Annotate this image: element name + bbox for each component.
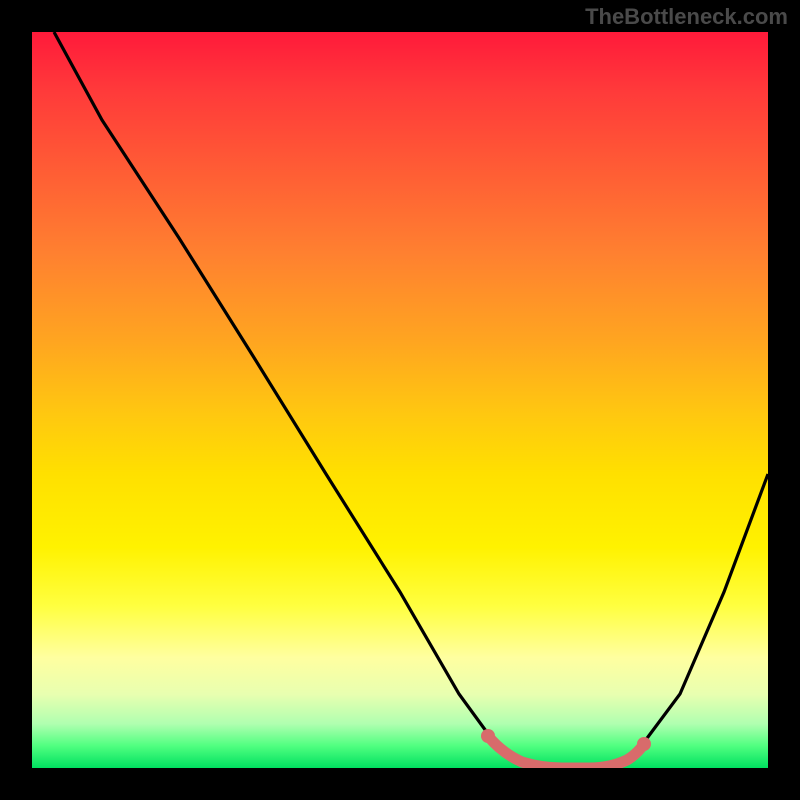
optimal-zone-end-dot <box>637 737 651 751</box>
chart-container: TheBottleneck.com <box>0 0 800 800</box>
curve-overlay <box>32 32 768 768</box>
optimal-zone-start-dot <box>481 729 495 743</box>
watermark-text: TheBottleneck.com <box>585 4 788 30</box>
bottleneck-curve-path <box>54 32 768 768</box>
optimal-zone-highlight <box>488 736 644 768</box>
